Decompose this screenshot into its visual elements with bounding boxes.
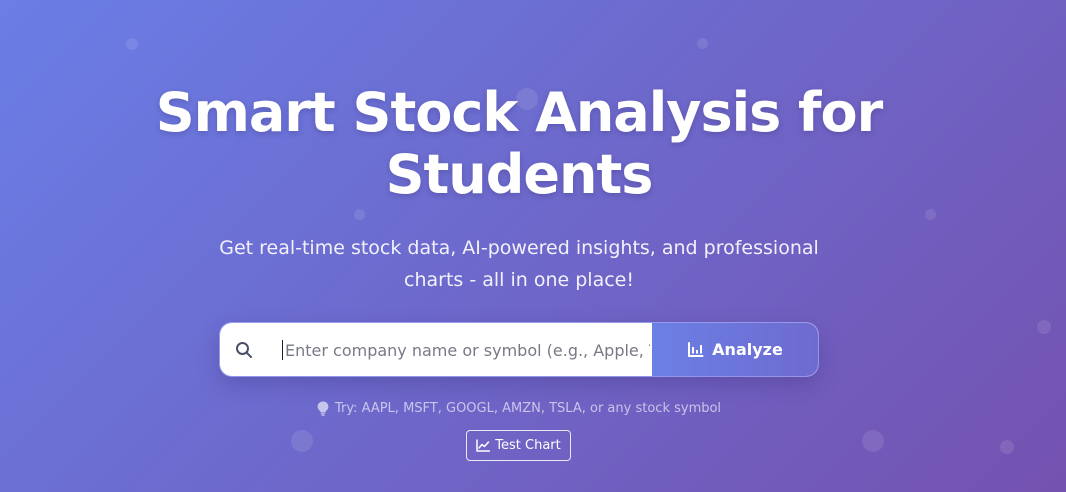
line-chart-icon [476,439,491,452]
background-bubble [1037,320,1051,334]
lightbulb-icon [317,401,329,416]
background-bubble [862,430,884,452]
hero-section: Smart Stock Analysis for Students Get re… [0,0,1066,492]
search-icon [234,340,254,360]
search-hint-text: Try: AAPL, MSFT, GOOGL, AMZN, TSLA, or a… [334,401,722,416]
background-bubble [126,38,138,50]
background-bubble [1000,440,1014,454]
bar-chart-icon [687,341,704,358]
search-hint: Try: AAPL, MSFT, GOOGL, AMZN, TSLA, or a… [250,401,788,416]
test-chart-button-label: Test Chart [495,438,561,453]
analyze-button-label: Analyze [712,340,783,359]
page-subtitle: Get real-time stock data, AI-powered ins… [219,237,819,291]
background-bubble [354,209,365,220]
test-chart-button[interactable]: Test Chart [466,430,571,461]
background-bubble [291,430,313,452]
stock-search-bar: Analyze [220,323,818,376]
analyze-button[interactable]: Analyze [652,323,818,376]
background-bubble [697,38,708,49]
background-bubble [925,209,936,220]
page-title: Smart Stock Analysis for Students [155,81,884,206]
stock-search-input[interactable] [282,340,650,360]
